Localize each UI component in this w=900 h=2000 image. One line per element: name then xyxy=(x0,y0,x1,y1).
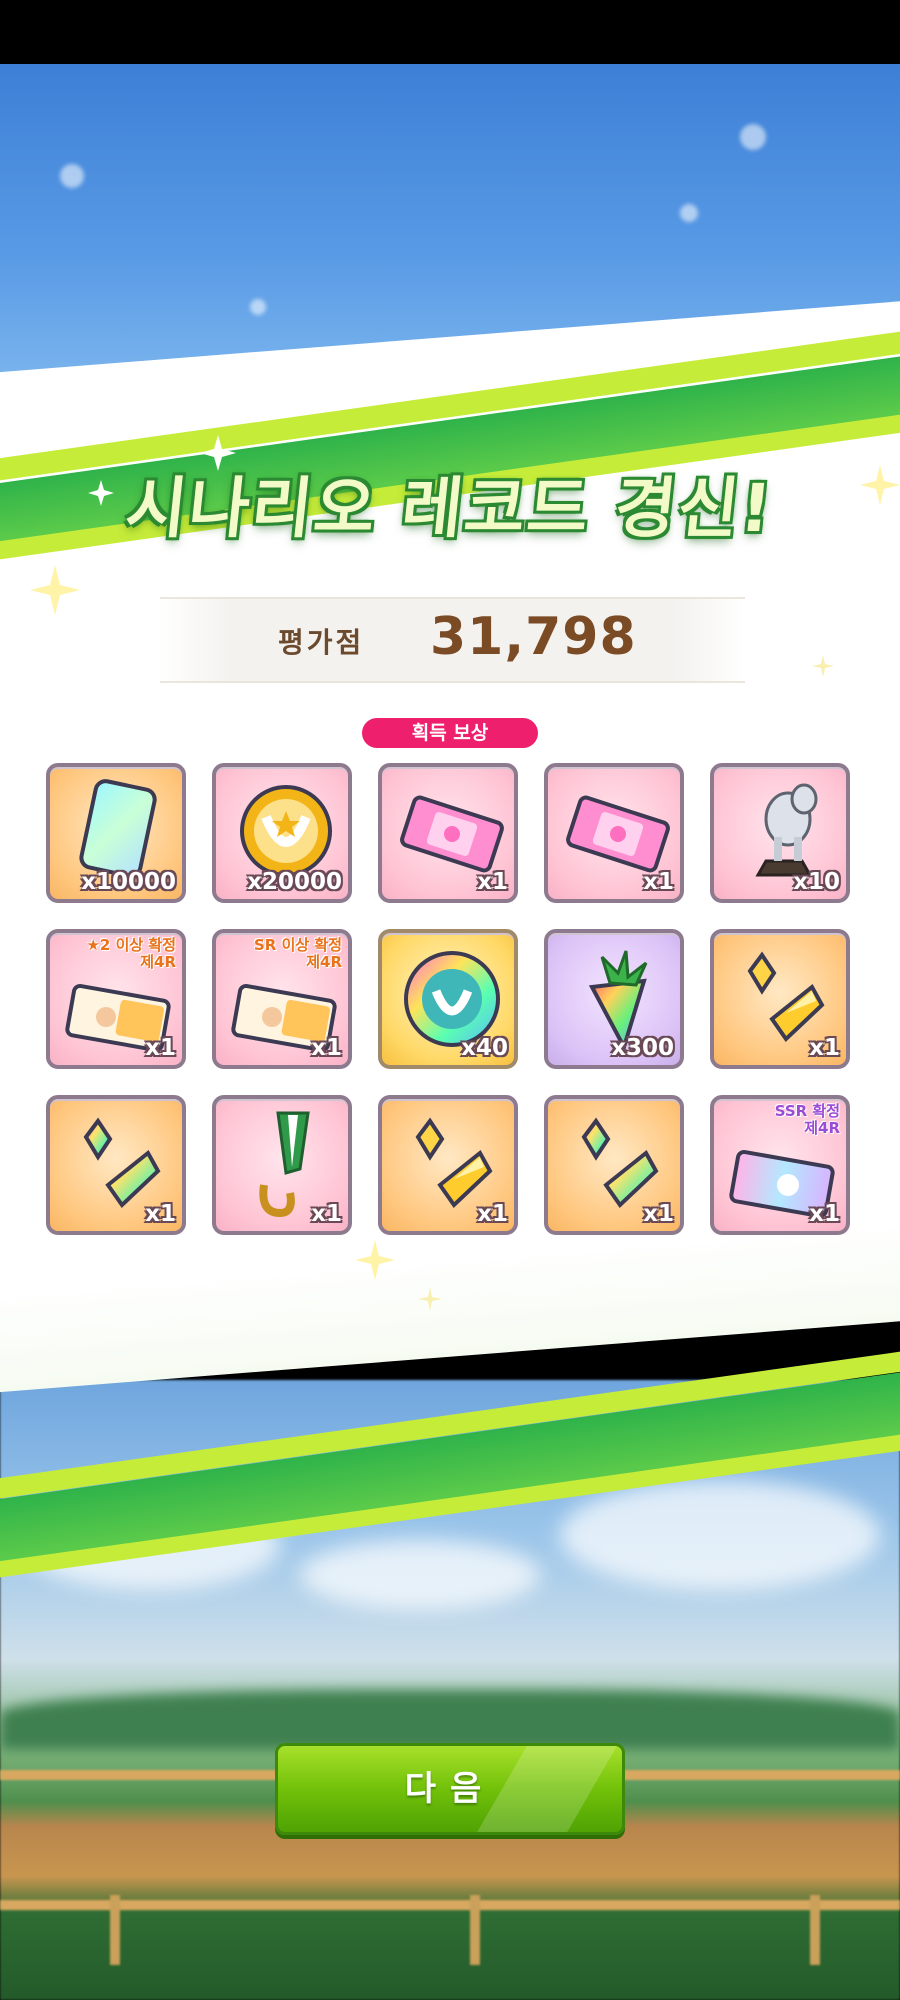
reward-quantity: x1 xyxy=(145,1035,176,1061)
reward-badge-line: SR 이상 확정 xyxy=(254,936,342,954)
score-panel: 평가점 31,798 xyxy=(160,597,745,683)
reward-tile[interactable]: x1 xyxy=(544,763,684,903)
reward-tile[interactable]: x1 xyxy=(378,1095,518,1235)
reward-quantity: x300 xyxy=(611,1035,674,1061)
reward-tile[interactable]: x10 xyxy=(710,763,850,903)
fence-post xyxy=(470,1895,480,1965)
sparkle-icon xyxy=(355,1240,395,1280)
reward-quantity: x20000 xyxy=(247,869,342,895)
rewards-header: 획득 보상 xyxy=(362,718,538,748)
reward-tile[interactable]: SR 이상 확정 제4R x1 xyxy=(212,929,352,1069)
reward-badge-line: SSR 확정 xyxy=(774,1102,840,1120)
reward-badge-line: ★2 이상 확정 xyxy=(86,936,176,954)
reward-quantity: x1 xyxy=(311,1035,342,1061)
record-title: 시나리오 레코드 경신! xyxy=(122,470,777,547)
tree-line xyxy=(0,1690,900,1750)
reward-badge: SSR 확정 제4R xyxy=(720,1103,840,1137)
fence-post xyxy=(110,1895,120,1965)
next-button[interactable]: 다음 xyxy=(275,1743,625,1835)
score-label: 평가점 xyxy=(278,626,365,659)
sparkle-icon xyxy=(200,435,236,471)
reward-quantity: x10000 xyxy=(81,869,176,895)
score-value: 31,798 xyxy=(430,607,637,667)
sparkle-icon xyxy=(30,565,80,615)
reward-tile[interactable]: x1 xyxy=(544,1095,684,1235)
sparkle-icon xyxy=(812,655,834,677)
fence-post xyxy=(810,1895,820,1965)
reward-tile[interactable]: x20000 xyxy=(212,763,352,903)
reward-tile[interactable]: x1 xyxy=(46,1095,186,1235)
reward-badge: SR 이상 확정 제4R xyxy=(222,937,342,971)
sparkle-icon xyxy=(418,1287,442,1311)
reward-tile[interactable]: x300 xyxy=(544,929,684,1069)
reward-quantity: x1 xyxy=(809,1035,840,1061)
reward-quantity: x1 xyxy=(311,1201,342,1227)
reward-tile[interactable]: SSR 확정 제4R x1 xyxy=(710,1095,850,1235)
sparkle-icon xyxy=(860,465,900,505)
reward-tile[interactable]: x40 xyxy=(378,929,518,1069)
reward-badge: ★2 이상 확정 제4R xyxy=(56,937,176,971)
reward-tile[interactable]: ★2 이상 확정 제4R x1 xyxy=(46,929,186,1069)
sparkle-icon xyxy=(88,480,114,506)
result-screen: 시나리오 레코드 경신! 평가점 31,798 획득 보상 x10000 x200… xyxy=(0,0,900,2000)
reward-tile[interactable]: x1 xyxy=(212,1095,352,1235)
reward-quantity: x1 xyxy=(643,869,674,895)
reward-quantity: x1 xyxy=(477,869,508,895)
reward-badge-line: 제4R xyxy=(804,1119,840,1137)
rail-fence xyxy=(0,1900,900,1910)
reward-quantity: x40 xyxy=(461,1035,508,1061)
reward-tile[interactable]: x10000 xyxy=(46,763,186,903)
next-button-label: 다음 xyxy=(404,1769,496,1809)
reward-tile[interactable]: x1 xyxy=(710,929,850,1069)
reward-quantity: x1 xyxy=(643,1201,674,1227)
reward-quantity: x1 xyxy=(477,1201,508,1227)
reward-quantity: x1 xyxy=(809,1201,840,1227)
reward-quantity: x1 xyxy=(145,1201,176,1227)
reward-badge-line: 제4R xyxy=(306,953,342,971)
status-bar xyxy=(0,0,900,64)
reward-badge-line: 제4R xyxy=(140,953,176,971)
reward-quantity: x10 xyxy=(793,869,840,895)
reward-tile[interactable]: x1 xyxy=(378,763,518,903)
